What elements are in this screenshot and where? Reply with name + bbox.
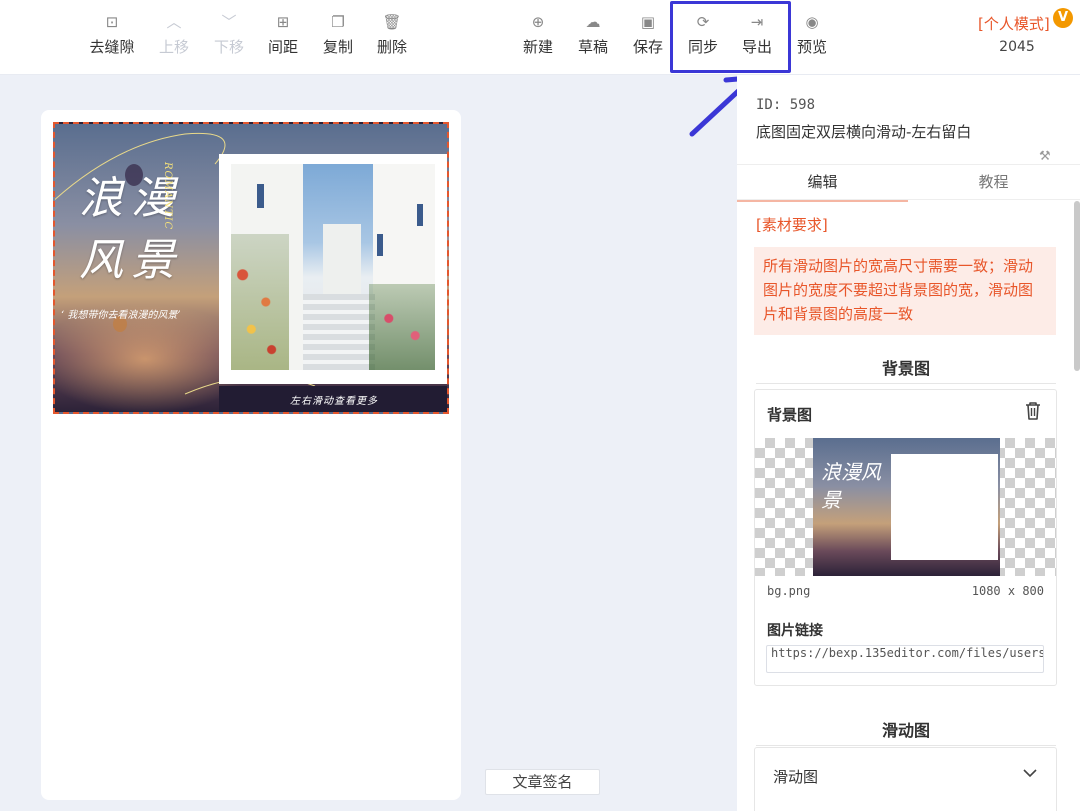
spacing-icon: ⊞ bbox=[276, 13, 290, 31]
image-link-input[interactable]: https://bexp.135editor.com/files/users/C bbox=[766, 645, 1044, 673]
new-file-icon: ⊕ bbox=[531, 13, 545, 31]
thumbnail-title: 浪漫风景 bbox=[821, 460, 881, 512]
spacing-button[interactable]: ⊞ 间距 bbox=[255, 11, 311, 57]
slide-photo-frame bbox=[219, 154, 447, 384]
cloud-icon: ☁ bbox=[585, 13, 601, 31]
chevron-up-icon: ︿ bbox=[166, 13, 182, 31]
save-label: 保存 bbox=[632, 38, 663, 56]
santorini-alley-photo bbox=[231, 164, 435, 370]
slider-banner[interactable]: 浪漫风景 ROMANTIC ‘ 我想带你去看浪漫的风景’ 左右滑动查看更多 bbox=[53, 122, 449, 414]
divider bbox=[756, 383, 1056, 384]
new-button[interactable]: ⊕ 新建 bbox=[510, 11, 566, 57]
move-up-button[interactable]: ︿ 上移 bbox=[146, 11, 202, 57]
move-down-button[interactable]: ﹀ 下移 bbox=[201, 11, 257, 57]
save-icon: ▣ bbox=[640, 13, 656, 31]
template-title: 底图固定双层横向滑动-左右留白 bbox=[756, 123, 972, 141]
gap-icon: ⊡ bbox=[105, 13, 119, 31]
mode-label[interactable]: [个人模式] bbox=[978, 13, 1050, 34]
image-link-label: 图片链接 bbox=[767, 623, 823, 639]
requirement-text: 所有滑动图片的宽高尺寸需要一致；滑动图片的宽度不要超过背景图的宽，滑动图片和背景… bbox=[754, 247, 1056, 335]
remove-gap-label: 去缝隙 bbox=[89, 38, 135, 56]
spacing-label: 间距 bbox=[267, 38, 298, 56]
tab-edit[interactable]: 编辑 bbox=[737, 165, 908, 202]
slide-card-title: 滑动图 bbox=[773, 768, 819, 786]
background-card-title: 背景图 bbox=[767, 406, 813, 424]
new-label: 新建 bbox=[522, 38, 553, 56]
banner-subline: ‘ 我想带你去看浪漫的风景’ bbox=[61, 310, 181, 321]
panel-tabs: 编辑 教程 bbox=[737, 164, 1080, 202]
right-panel: ID: 598 底图固定双层横向滑动-左右留白 ⚒ 编辑 教程 [素材要求] 所… bbox=[737, 75, 1080, 811]
chevron-down-icon: ﹀ bbox=[221, 13, 237, 31]
eye-icon: ◉ bbox=[805, 13, 819, 31]
move-down-label: 下移 bbox=[213, 38, 244, 56]
thumbnail-blank-area bbox=[891, 454, 998, 560]
draft-button[interactable]: ☁ 草稿 bbox=[565, 11, 621, 57]
banner-title: 浪漫风景 bbox=[79, 173, 183, 286]
background-image-card: 背景图 浪漫风景 bg.png 1080 x 800 图片链接 https://… bbox=[754, 389, 1057, 686]
article-signature-button[interactable]: 文章签名 bbox=[485, 769, 600, 795]
divider bbox=[756, 745, 1056, 746]
trash-icon[interactable] bbox=[1023, 400, 1043, 422]
delete-label: 删除 bbox=[376, 38, 407, 56]
slide-section-heading: 滑动图 bbox=[881, 721, 930, 740]
background-file-size: 1080 x 800 bbox=[971, 584, 1044, 598]
draft-label: 草稿 bbox=[577, 38, 608, 56]
banner-romantic-text: ROMANTIC bbox=[162, 162, 173, 231]
trash-icon: 🗑 bbox=[382, 13, 402, 31]
tools-icon[interactable]: ⚒ bbox=[1039, 149, 1051, 164]
vip-badge-icon: V bbox=[1053, 8, 1073, 28]
copy-icon: ❐ bbox=[331, 13, 345, 31]
panel-scrollbar[interactable] bbox=[1074, 201, 1080, 371]
background-file-name: bg.png bbox=[767, 584, 811, 598]
sync-export-highlight bbox=[670, 1, 791, 73]
slide-image-card[interactable]: 滑动图 bbox=[754, 747, 1057, 811]
requirement-title: [素材要求] bbox=[756, 216, 828, 234]
copy-button[interactable]: ❐ 复制 bbox=[310, 11, 366, 57]
preview-label: 预览 bbox=[796, 38, 827, 56]
preview-button[interactable]: ◉ 预览 bbox=[784, 11, 840, 57]
article-canvas: 浪漫风景 ROMANTIC ‘ 我想带你去看浪漫的风景’ 左右滑动查看更多 bbox=[41, 110, 461, 800]
save-button[interactable]: ▣ 保存 bbox=[620, 11, 676, 57]
copy-label: 复制 bbox=[322, 38, 353, 56]
chevron-down-icon[interactable] bbox=[1023, 768, 1037, 778]
delete-button[interactable]: 🗑 删除 bbox=[364, 11, 420, 57]
remove-gap-button[interactable]: ⊡ 去缝隙 bbox=[84, 11, 140, 57]
tab-tutorial[interactable]: 教程 bbox=[908, 165, 1079, 201]
top-toolbar: ⊡ 去缝隙 ︿ 上移 ﹀ 下移 ⊞ 间距 ❐ 复制 🗑 删除 ⊕ 新建 ☁ 草稿… bbox=[0, 0, 1080, 75]
move-up-label: 上移 bbox=[158, 38, 189, 56]
background-thumbnail[interactable]: 浪漫风景 bbox=[755, 438, 1056, 576]
background-thumbnail-image: 浪漫风景 bbox=[813, 438, 1000, 576]
user-id: 2045 bbox=[999, 39, 1035, 55]
banner-caption: 左右滑动查看更多 bbox=[290, 396, 378, 407]
template-id: ID: 598 bbox=[756, 97, 816, 113]
background-section-heading: 背景图 bbox=[881, 359, 930, 378]
